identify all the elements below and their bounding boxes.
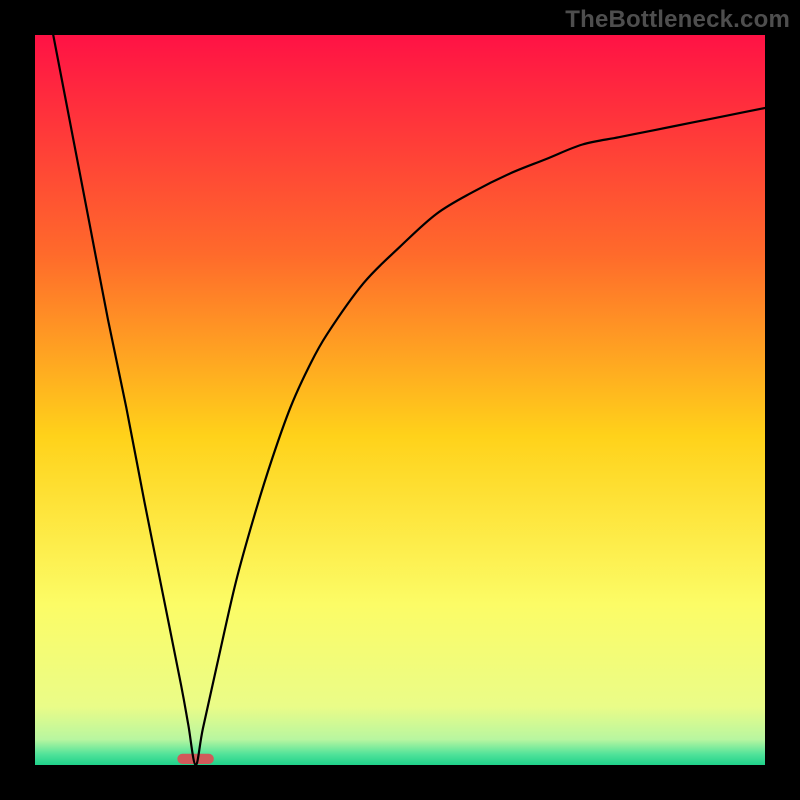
chart-svg: [35, 35, 765, 765]
plot-area: [35, 35, 765, 765]
bottom-marker: [177, 754, 214, 764]
plot-background: [35, 35, 765, 765]
chart-frame: TheBottleneck.com: [0, 0, 800, 800]
watermark-text: TheBottleneck.com: [565, 6, 790, 34]
